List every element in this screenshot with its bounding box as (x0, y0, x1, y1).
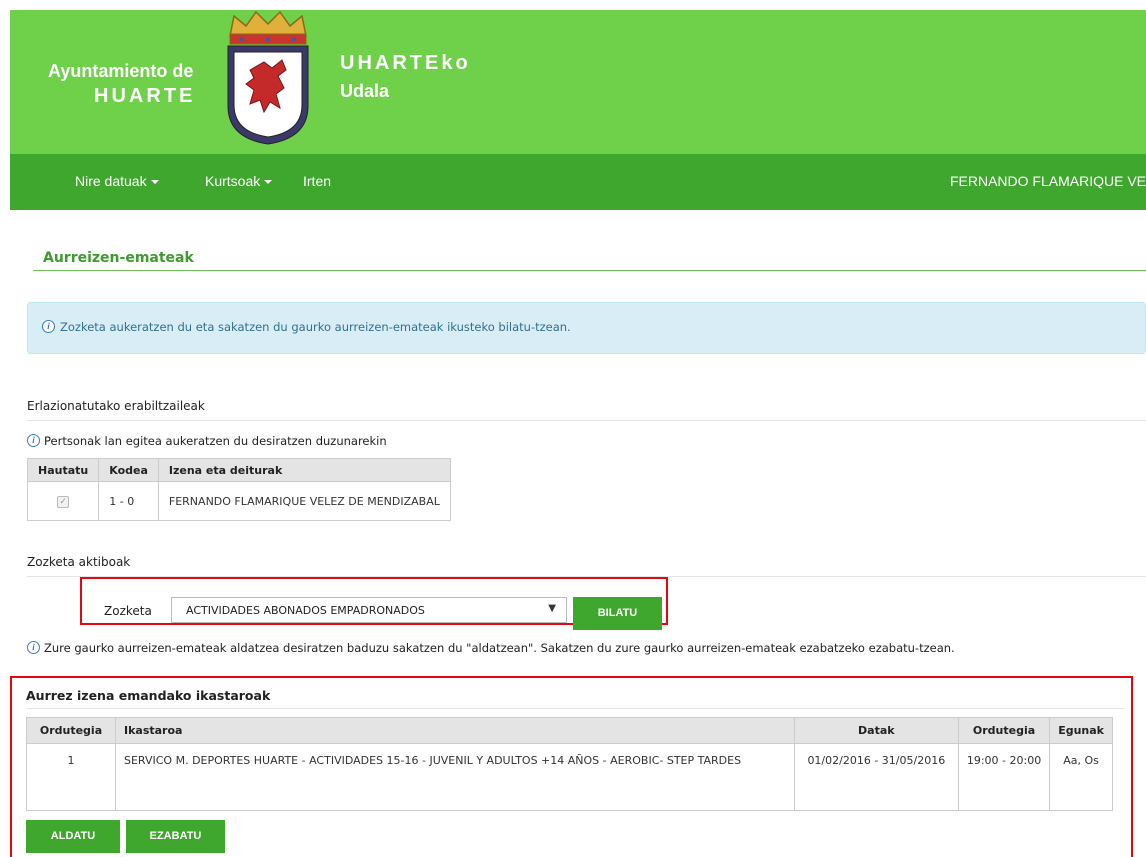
coat-of-arms-icon (227, 10, 309, 145)
search-button[interactable]: BILATU (573, 597, 662, 630)
nav-user-name[interactable]: FERNANDO FLAMARIQUE VE (950, 173, 1146, 189)
table-row[interactable]: 1 SERVICO M. DEPORTES HUARTE - ACTIVIDAD… (26, 743, 1113, 811)
draws-hint: Zure gaurko aurreizen-emateak aldatzea d… (44, 641, 955, 655)
main-navbar: Nire datuak Kurtsoak Irten FERNANDO FLAM… (10, 154, 1146, 210)
select-value: ACTIVIDADES ABONADOS EMPADRONADOS (186, 604, 425, 617)
nav-irten[interactable]: Irten (303, 173, 331, 189)
brand-left: Ayuntamiento de HUARTE (48, 62, 195, 106)
info-icon: i (27, 641, 40, 654)
dates-cell: 01/02/2016 - 31/05/2016 (793, 743, 959, 811)
nav-label: Irten (303, 173, 332, 189)
section-title-courses: Aurrez izena emandako ikastaroak (26, 688, 271, 703)
code-cell: 1 - 0 (98, 481, 159, 521)
col-header: Ordutegia (26, 717, 116, 744)
nav-kurtsoak[interactable]: Kurtsoak (205, 173, 273, 189)
caret-down-icon (150, 180, 159, 185)
section-divider (26, 708, 1124, 709)
section-divider (27, 420, 1146, 421)
section-title-users: Erlazionatutako erabiltzaileak (27, 399, 205, 413)
row-number-cell: 1 (26, 743, 116, 811)
info-icon: i (27, 434, 40, 447)
name-cell: FERNANDO FLAMARIQUE VELEZ DE MENDIZABAL (157, 481, 451, 521)
col-header: Egunak (1049, 717, 1113, 744)
nav-nire-datuak[interactable]: Nire datuak (75, 173, 159, 189)
dropdown-arrow-icon: ▼ (548, 603, 556, 614)
nav-label: Kurtsoak (205, 173, 261, 189)
user-checkbox[interactable]: ✓ (57, 496, 70, 508)
zozketa-label: Zozketa (104, 604, 152, 618)
title-divider (33, 270, 1146, 271)
zozketa-select[interactable]: ACTIVIDADES ABONADOS EMPADRONADOS ▼ (171, 597, 567, 623)
brand-right: UHARTEko Udala (340, 52, 471, 102)
info-icon: i (42, 320, 55, 333)
section-title-draws: Zozketa aktiboak (27, 555, 131, 569)
brand-left-line1: Ayuntamiento de (48, 61, 194, 81)
time-cell: 19:00 - 20:00 (957, 743, 1051, 811)
site-header: Ayuntamiento de HUARTE (10, 10, 1146, 154)
info-alert: i Zozketa aukeratzen du eta sakatzen du … (27, 302, 1146, 354)
alert-text: Zozketa aukeratzen du eta sakatzen du ga… (60, 320, 571, 334)
col-header: Kodea (98, 458, 159, 482)
caret-down-icon (264, 180, 273, 185)
page-title: Aurreizen-emateak (43, 250, 194, 266)
nav-label: Nire datuak (75, 173, 147, 189)
col-header: Ikastaroa (115, 717, 795, 744)
course-cell: SERVICO M. DEPORTES HUARTE - ACTIVIDADES… (115, 743, 795, 811)
courses-table: Ordutegia Ikastaroa Datak Ordutegia Egun… (26, 717, 1113, 811)
modify-button[interactable]: ALDATU (26, 820, 120, 853)
col-header: Datak (793, 717, 959, 744)
brand-left-line2: HUARTE (94, 85, 196, 107)
table-row: ✓ 1 - 0 FERNANDO FLAMARIQUE VELEZ DE MEN… (26, 481, 451, 521)
col-header: Izena eta deiturak (157, 458, 451, 482)
brand-right-line2: Udala (340, 81, 390, 101)
users-hint: Pertsonak lan egitea aukeratzen du desir… (44, 434, 387, 448)
col-header: Ordutegia (957, 717, 1051, 744)
select-cell: ✓ (26, 481, 100, 521)
brand-right-line1: UHARTEko (340, 52, 471, 74)
days-cell: Aa, Os (1049, 743, 1113, 811)
users-table: Hautatu Kodea Izena eta deiturak ✓ 1 - 0… (26, 458, 451, 521)
delete-button[interactable]: EZABATU (126, 820, 225, 853)
col-header: Hautatu (26, 458, 100, 482)
